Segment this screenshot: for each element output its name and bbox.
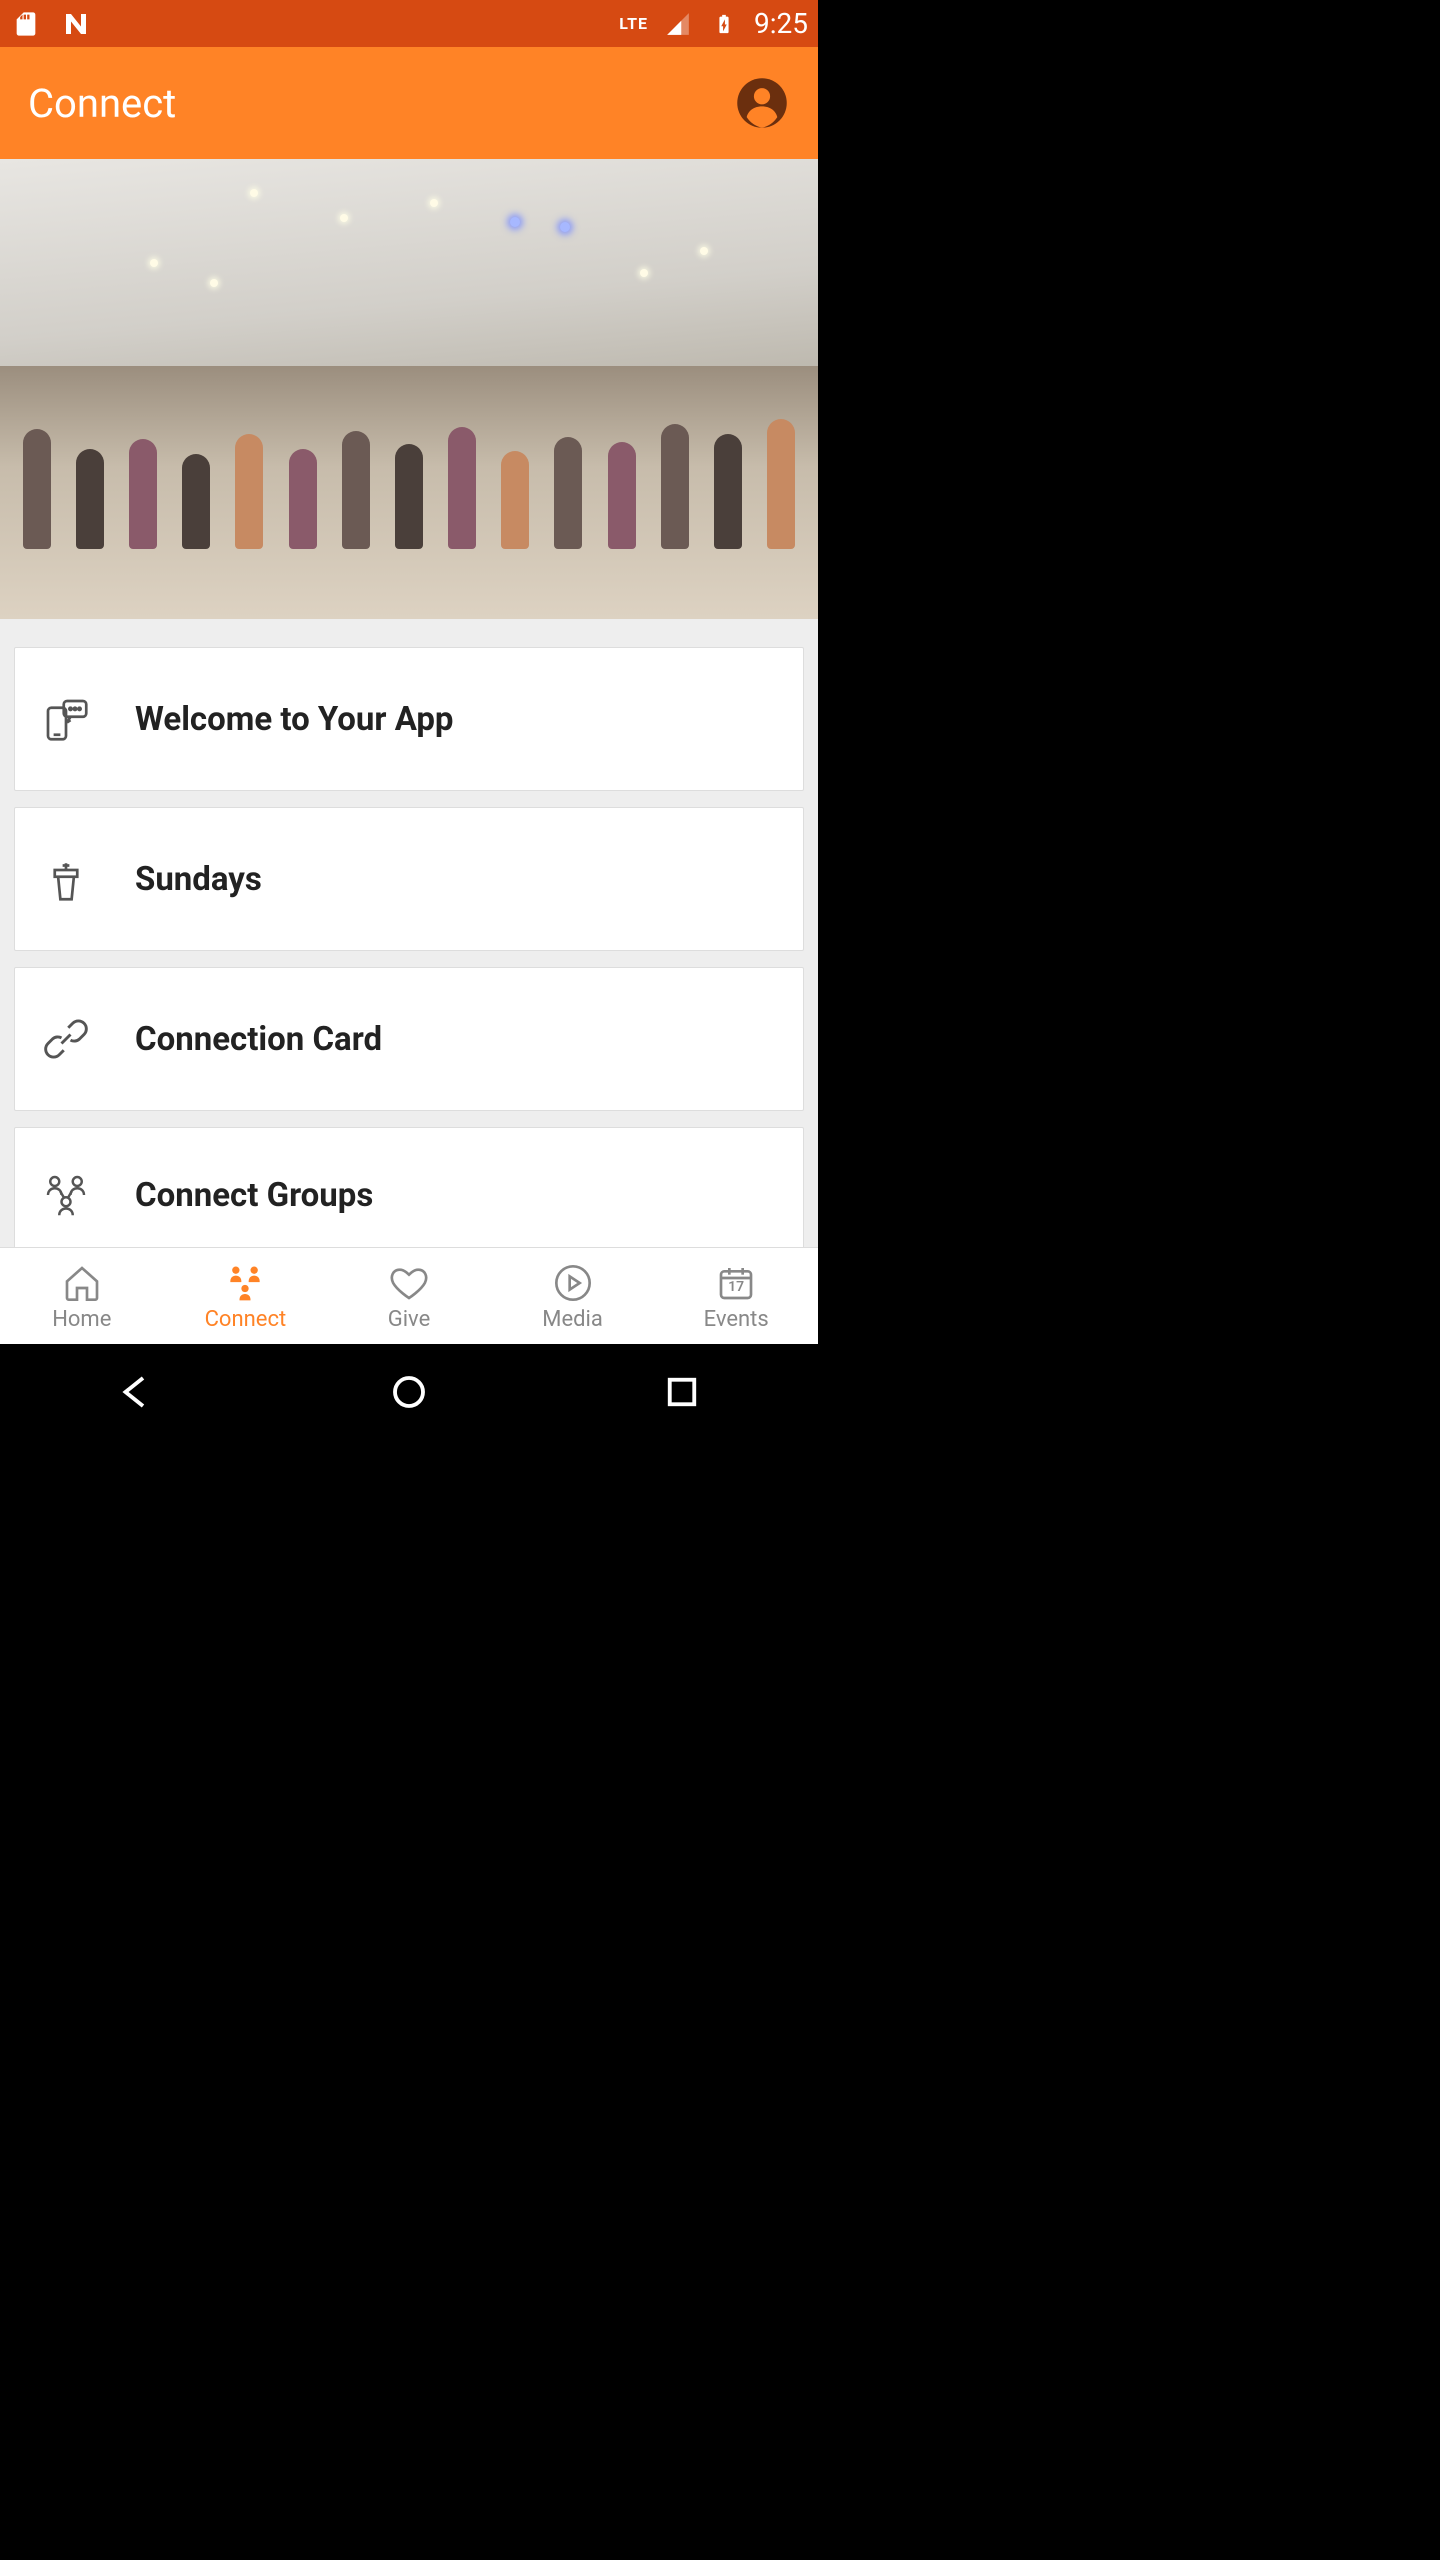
heart-icon [387, 1261, 431, 1305]
recents-button[interactable] [622, 1362, 742, 1422]
app-bar: Connect [0, 47, 818, 159]
calendar-day-label: 17 [714, 1279, 758, 1295]
people-icon [39, 1168, 93, 1222]
content-list: Welcome to Your App Sundays [0, 619, 818, 1247]
card-label: Connect Groups [135, 1176, 373, 1215]
battery-charging-icon [708, 8, 740, 40]
tab-connect[interactable]: Connect [164, 1248, 328, 1344]
status-left [10, 8, 92, 40]
lte-label: LTE [619, 14, 648, 33]
tab-label: Give [388, 1307, 431, 1332]
device-frame: LTE 9:25 Connect [0, 0, 818, 1440]
bottom-tab-bar: Home Connect Give Media [0, 1247, 818, 1344]
tab-label: Media [542, 1307, 603, 1332]
hero-image [0, 159, 818, 619]
calendar-icon: 17 [714, 1261, 758, 1305]
tab-label: Connect [205, 1307, 287, 1332]
card-label: Sundays [135, 860, 262, 899]
tab-label: Home [52, 1307, 111, 1332]
home-button[interactable] [349, 1362, 469, 1422]
podium-icon [39, 852, 93, 906]
android-nav-bar [0, 1344, 818, 1440]
profile-button[interactable] [734, 75, 790, 131]
card-sundays[interactable]: Sundays [14, 807, 804, 951]
link-icon [39, 1012, 93, 1066]
back-button[interactable] [76, 1362, 196, 1422]
tab-media[interactable]: Media [491, 1248, 655, 1344]
card-label: Connection Card [135, 1020, 382, 1059]
card-connect-groups[interactable]: Connect Groups [14, 1127, 804, 1247]
android-status-bar: LTE 9:25 [0, 0, 818, 47]
page-title: Connect [28, 80, 176, 127]
card-welcome[interactable]: Welcome to Your App [14, 647, 804, 791]
play-icon [551, 1261, 595, 1305]
people-icon [223, 1261, 267, 1305]
n-icon [60, 8, 92, 40]
avatar-icon [735, 76, 789, 130]
signal-icon [662, 8, 694, 40]
sd-card-icon [10, 8, 42, 40]
card-connection-card[interactable]: Connection Card [14, 967, 804, 1111]
status-right: LTE 9:25 [619, 7, 808, 40]
home-icon [60, 1261, 104, 1305]
clock-label: 9:25 [754, 7, 808, 40]
tab-label: Events [704, 1307, 769, 1332]
card-label: Welcome to Your App [135, 700, 453, 739]
tab-give[interactable]: Give [327, 1248, 491, 1344]
tab-home[interactable]: Home [0, 1248, 164, 1344]
chat-phone-icon [39, 692, 93, 746]
tab-events[interactable]: 17 Events [654, 1248, 818, 1344]
